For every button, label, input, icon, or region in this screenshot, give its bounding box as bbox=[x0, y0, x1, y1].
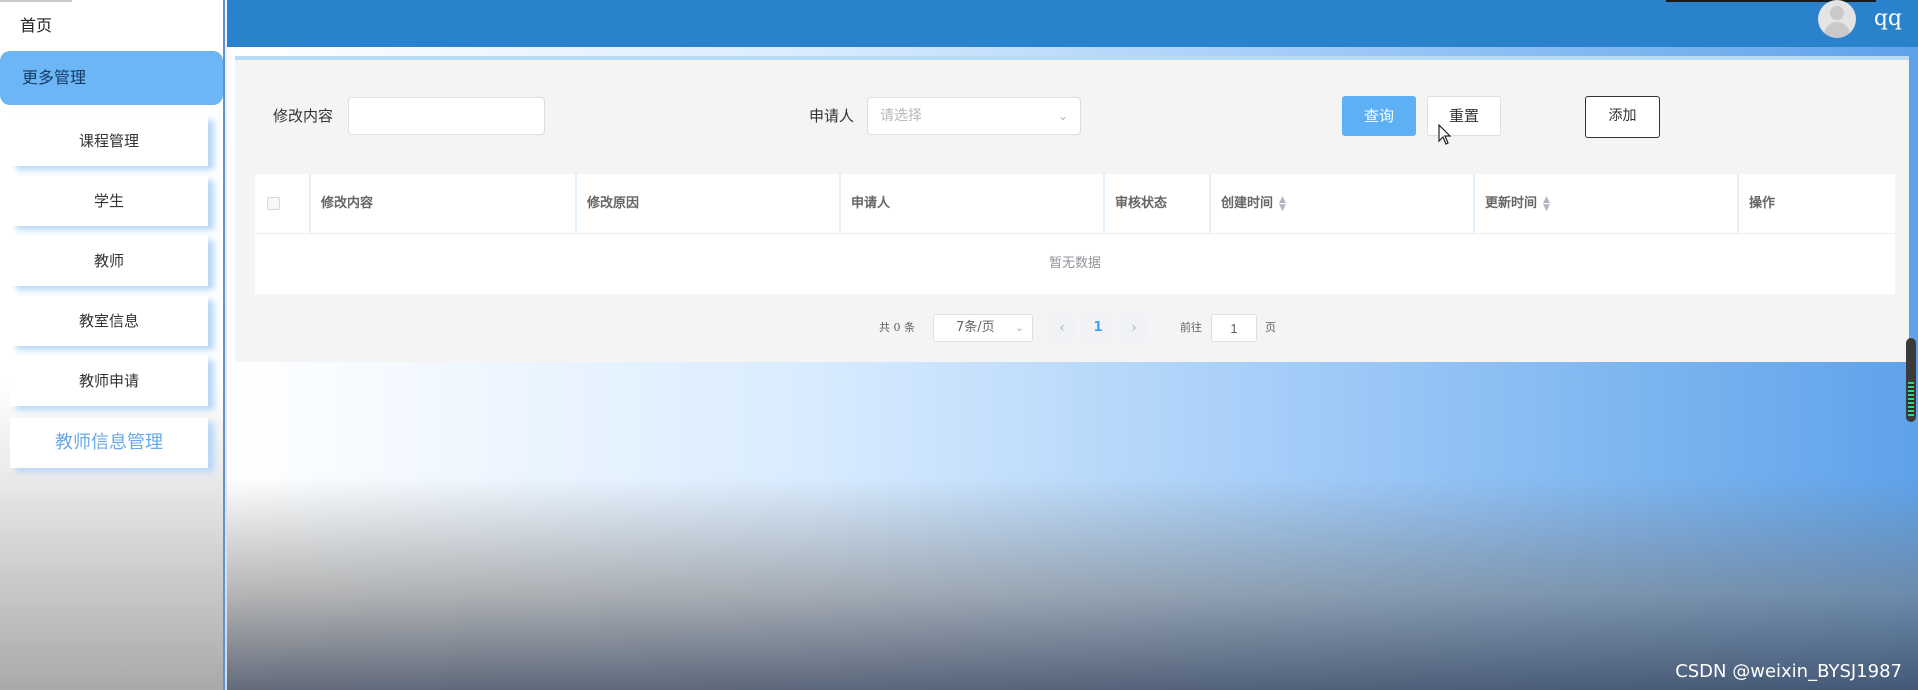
sidebar-item-classroom-info[interactable]: 教室信息 bbox=[10, 296, 208, 346]
home-tab-indicator bbox=[0, 0, 72, 2]
goto-label: 前往 bbox=[1180, 321, 1202, 334]
sidebar-item-students[interactable]: 学生 bbox=[10, 176, 208, 226]
chevron-down-icon: ⌄ bbox=[1014, 321, 1024, 334]
add-button[interactable]: 添加 bbox=[1585, 96, 1660, 138]
column-header-updated[interactable]: 更新时间 ▲ ▼ bbox=[1475, 174, 1739, 234]
sort-icon[interactable]: ▲ ▼ bbox=[1543, 195, 1550, 212]
next-page-button[interactable]: › bbox=[1120, 314, 1148, 342]
page-size-value: 7条/页 bbox=[956, 320, 995, 335]
applicant-label: 申请人 bbox=[809, 107, 855, 125]
column-header-review-status: 审核状态 bbox=[1105, 174, 1211, 234]
page-size-select[interactable]: 7条/页 ⌄ bbox=[933, 314, 1033, 342]
content-label: 修改内容 bbox=[273, 107, 334, 125]
total-count: 共 0 条 bbox=[879, 321, 915, 334]
watermark: CSDN @weixin_BYSJ1987 bbox=[1675, 661, 1902, 682]
goto-page-input[interactable] bbox=[1211, 314, 1257, 342]
column-header-applicant: 申请人 bbox=[841, 174, 1105, 234]
column-header-content: 修改内容 bbox=[311, 174, 577, 234]
prev-page-button[interactable]: ‹ bbox=[1048, 314, 1076, 342]
sort-icon[interactable]: ▲ ▼ bbox=[1279, 195, 1286, 212]
sidebar-item-teacher-info-management[interactable]: 教师信息管理 bbox=[10, 418, 208, 468]
column-header-created[interactable]: 创建时间 ▲ ▼ bbox=[1211, 174, 1475, 234]
column-header-created-label: 创建时间 bbox=[1221, 196, 1274, 211]
data-table: 修改内容 修改原因 申请人 审核状态 创建时间 ▲ ▼ 更新时间 ▲ ▼ 操作 暂无数据 bbox=[255, 174, 1895, 294]
select-all-cell bbox=[255, 174, 311, 234]
column-header-reason: 修改原因 bbox=[577, 174, 841, 234]
content-card: 修改内容 申请人 请选择 ⌄ 查询 重置 添加 修改内容 修改原因 申请人 审核… bbox=[235, 56, 1909, 362]
scrollbar[interactable] bbox=[1906, 338, 1916, 422]
home-link[interactable]: 首页 bbox=[20, 12, 52, 36]
avatar[interactable] bbox=[1818, 0, 1856, 38]
column-header-actions: 操作 bbox=[1749, 196, 1776, 211]
sidebar: 首页 更多管理 课程管理 学生 教师 教室信息 教师申请 教师信息管理 bbox=[0, 0, 225, 690]
chevron-down-icon: ⌄ bbox=[1057, 109, 1068, 123]
sidebar-item-teacher-application[interactable]: 教师申请 bbox=[10, 356, 208, 406]
sidebar-group-more-management[interactable]: 更多管理 bbox=[0, 51, 223, 105]
page-unit: 页 bbox=[1265, 321, 1276, 334]
username[interactable]: qq bbox=[1874, 6, 1902, 31]
top-bar: qq bbox=[227, 0, 1918, 47]
select-all-checkbox[interactable] bbox=[267, 197, 280, 210]
table-header: 修改内容 修改原因 申请人 审核状态 创建时间 ▲ ▼ 更新时间 ▲ ▼ 操作 bbox=[255, 174, 1895, 234]
avatar-head bbox=[1830, 6, 1844, 20]
empty-placeholder: 暂无数据 bbox=[1048, 256, 1101, 271]
content-input[interactable] bbox=[348, 97, 545, 135]
page-number-current[interactable]: 1 bbox=[1082, 314, 1114, 342]
background-shade bbox=[227, 477, 1918, 690]
applicant-select-placeholder: 请选择 bbox=[880, 108, 922, 124]
mouse-cursor-icon bbox=[1438, 124, 1452, 145]
sidebar-item-teachers[interactable]: 教师 bbox=[10, 236, 208, 286]
avatar-body bbox=[1824, 22, 1850, 38]
query-button[interactable]: 查询 bbox=[1342, 96, 1416, 136]
sidebar-item-course-management[interactable]: 课程管理 bbox=[10, 116, 208, 166]
column-header-updated-label: 更新时间 bbox=[1485, 196, 1538, 211]
scrollbar-thumb-indicator bbox=[1908, 382, 1914, 416]
applicant-select[interactable]: 请选择 ⌄ bbox=[867, 97, 1081, 135]
